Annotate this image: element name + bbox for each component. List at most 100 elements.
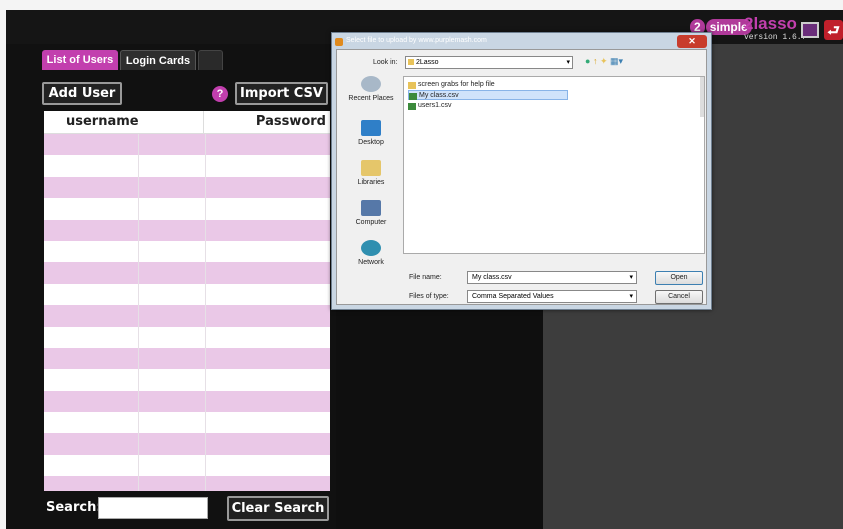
table-header: username Password bbox=[44, 111, 330, 134]
username-cell[interactable] bbox=[44, 155, 139, 177]
tab-blank[interactable] bbox=[198, 50, 223, 70]
password-cell[interactable] bbox=[206, 455, 330, 476]
file-name-input[interactable]: My class.csv ▾ bbox=[467, 271, 637, 284]
exit-icon[interactable]: ⮐ bbox=[824, 20, 843, 40]
open-button[interactable]: Open bbox=[655, 271, 703, 285]
look-in-select[interactable]: 2Lasso ▾ bbox=[405, 56, 573, 69]
username-cell[interactable] bbox=[44, 283, 139, 306]
password-cell[interactable] bbox=[206, 476, 330, 491]
place-computer[interactable]: Computer bbox=[343, 200, 399, 236]
password-cell[interactable] bbox=[206, 241, 330, 262]
chevron-down-icon[interactable]: ▾ bbox=[629, 272, 633, 283]
password-cell[interactable] bbox=[206, 369, 330, 390]
column-password[interactable]: Password bbox=[204, 111, 330, 133]
password-cell[interactable] bbox=[206, 327, 330, 348]
cancel-button[interactable]: Cancel bbox=[655, 290, 703, 304]
username-cell[interactable] bbox=[44, 198, 139, 220]
place-recent-places[interactable]: Recent Places bbox=[343, 76, 399, 112]
spacer-cell bbox=[139, 347, 206, 370]
table-row[interactable] bbox=[44, 219, 330, 241]
table-row[interactable] bbox=[44, 433, 330, 455]
spacer-cell bbox=[139, 155, 206, 177]
table-row[interactable] bbox=[44, 454, 330, 477]
spacer-cell bbox=[139, 433, 206, 455]
table-row[interactable] bbox=[44, 326, 330, 348]
password-cell[interactable] bbox=[206, 220, 330, 241]
table-row[interactable] bbox=[44, 347, 330, 370]
table-row[interactable] bbox=[44, 240, 330, 263]
files-of-type-select[interactable]: Comma Separated Values ▾ bbox=[467, 290, 637, 303]
monitor-icon[interactable] bbox=[801, 22, 819, 38]
table-row[interactable] bbox=[44, 305, 330, 327]
password-cell[interactable] bbox=[206, 155, 330, 176]
dialog-body: Look in: 2Lasso ▾ ● ↑ ✦ ▦▾ Recent Places… bbox=[336, 49, 707, 305]
spacer-cell bbox=[139, 412, 206, 434]
table-row[interactable] bbox=[44, 176, 330, 199]
password-cell[interactable] bbox=[206, 177, 330, 198]
add-user-button[interactable]: Add User bbox=[42, 82, 122, 105]
help-icon[interactable]: ? bbox=[212, 86, 228, 102]
place-libraries[interactable]: Libraries bbox=[343, 160, 399, 196]
password-cell[interactable] bbox=[206, 412, 330, 433]
password-cell[interactable] bbox=[206, 284, 330, 305]
spacer-cell bbox=[139, 134, 206, 156]
username-cell[interactable] bbox=[44, 134, 139, 156]
chevron-down-icon: ▾ bbox=[566, 59, 570, 66]
username-cell[interactable] bbox=[44, 476, 139, 491]
password-cell[interactable] bbox=[206, 198, 330, 219]
table-row[interactable] bbox=[44, 412, 330, 434]
clear-search-button[interactable]: Clear Search bbox=[227, 496, 329, 521]
place-network[interactable]: Network bbox=[343, 240, 399, 276]
close-icon[interactable]: ✕ bbox=[677, 35, 707, 48]
table-row[interactable] bbox=[44, 155, 330, 177]
username-cell[interactable] bbox=[44, 240, 139, 263]
file-item-folder[interactable]: screen grabs for help file bbox=[408, 80, 495, 90]
table-row[interactable] bbox=[44, 476, 330, 491]
username-cell[interactable] bbox=[44, 326, 139, 348]
username-cell[interactable] bbox=[44, 176, 139, 199]
username-cell[interactable] bbox=[44, 369, 139, 391]
new-folder-icon[interactable]: ✦ bbox=[600, 56, 608, 66]
view-menu-icon[interactable]: ▦▾ bbox=[610, 56, 623, 66]
username-cell[interactable] bbox=[44, 412, 139, 434]
scrollbar[interactable] bbox=[700, 77, 704, 117]
spacer-cell bbox=[139, 326, 206, 348]
import-csv-button[interactable]: Import CSV bbox=[235, 82, 328, 105]
username-cell[interactable] bbox=[44, 347, 139, 370]
table-row[interactable] bbox=[44, 198, 330, 220]
password-cell[interactable] bbox=[206, 391, 330, 412]
table-row[interactable] bbox=[44, 283, 330, 306]
file-item[interactable]: users1.csv bbox=[408, 101, 451, 111]
table-row[interactable] bbox=[44, 262, 330, 284]
tab-login-cards[interactable]: Login Cards bbox=[120, 50, 196, 70]
username-cell[interactable] bbox=[44, 433, 139, 455]
2lasso-logo: 2lasso bbox=[744, 14, 797, 33]
place-desktop[interactable]: Desktop bbox=[343, 120, 399, 156]
users-table: username Password bbox=[44, 111, 330, 491]
username-cell[interactable] bbox=[44, 262, 139, 284]
table-row[interactable] bbox=[44, 369, 330, 391]
username-cell[interactable] bbox=[44, 219, 139, 241]
table-body bbox=[44, 134, 330, 491]
up-folder-icon[interactable]: ↑ bbox=[593, 56, 598, 66]
tab-list-of-users[interactable]: List of Users bbox=[42, 50, 118, 70]
username-cell[interactable] bbox=[44, 390, 139, 413]
spacer-cell bbox=[139, 476, 206, 491]
search-input[interactable] bbox=[98, 497, 208, 519]
file-name: users1.csv bbox=[418, 102, 452, 109]
username-cell[interactable] bbox=[44, 454, 139, 477]
password-cell[interactable] bbox=[206, 305, 330, 326]
password-cell[interactable] bbox=[206, 262, 330, 283]
table-row[interactable] bbox=[44, 390, 330, 413]
back-icon[interactable]: ● bbox=[585, 56, 590, 66]
place-label: Libraries bbox=[357, 179, 385, 186]
username-cell[interactable] bbox=[44, 305, 139, 327]
look-in-label: Look in: bbox=[373, 59, 398, 66]
password-cell[interactable] bbox=[206, 134, 330, 155]
password-cell[interactable] bbox=[206, 348, 330, 369]
password-cell[interactable] bbox=[206, 433, 330, 454]
column-username[interactable]: username bbox=[44, 111, 204, 133]
table-row[interactable] bbox=[44, 134, 330, 156]
spacer-cell bbox=[139, 454, 206, 477]
file-item-selected[interactable]: My class.csv bbox=[408, 90, 568, 100]
